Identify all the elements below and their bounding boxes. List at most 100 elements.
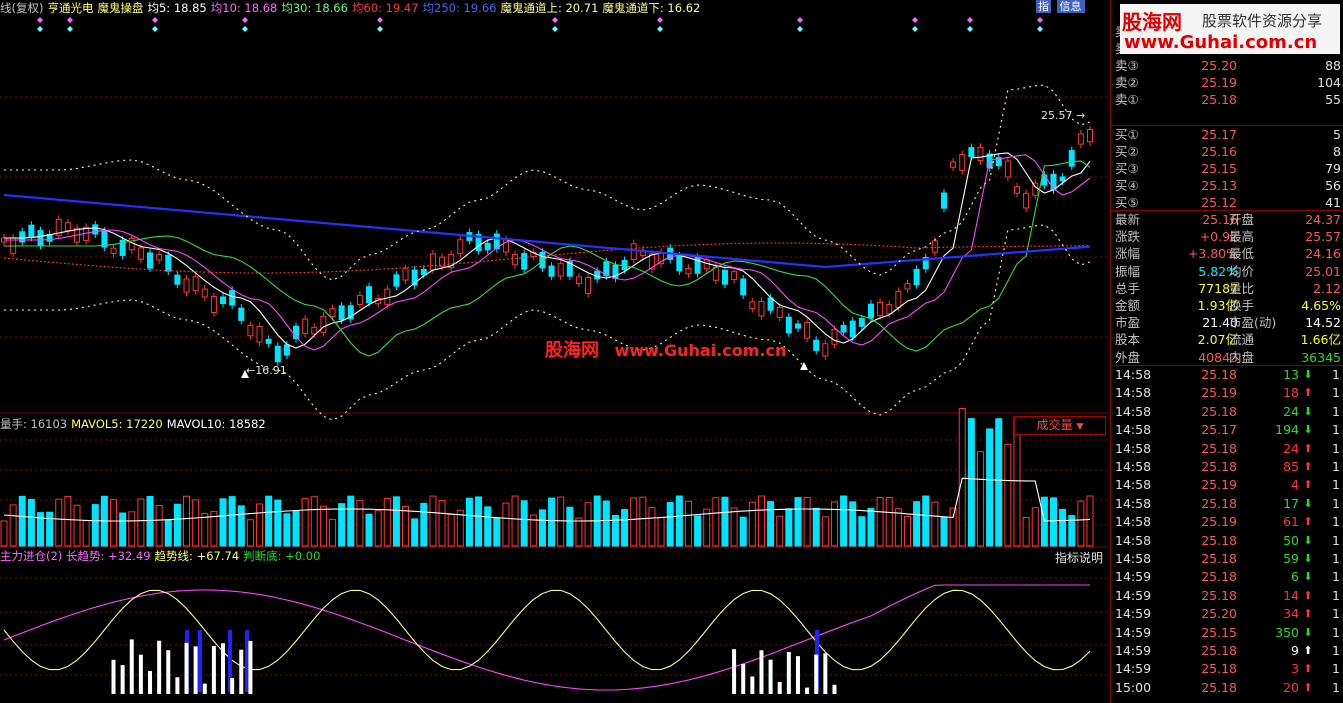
order-book-row[interactable]: 买③ 25.15 79: [1111, 160, 1343, 177]
volume-bar: [283, 513, 291, 547]
volume-bar: [675, 495, 683, 547]
volume-bar: [82, 520, 90, 547]
indicator-bar: [157, 640, 162, 694]
candle-body: [858, 318, 865, 327]
volume-bar: [776, 515, 784, 547]
signal-bar: [198, 630, 202, 692]
zoom-button[interactable]: 指: [1036, 0, 1051, 13]
tick-row[interactable]: 14:59 25.18 14 ⬆ 1: [1111, 587, 1343, 605]
tick-row[interactable]: 15:00 25.18 20 ⬆ 1: [1111, 679, 1343, 697]
ma5-line: [4, 152, 1091, 349]
indicator-bar: [814, 654, 819, 694]
tick-row[interactable]: 14:58 25.18 59 ⬇ 1: [1111, 550, 1343, 568]
arrow-up-icon: ⬆: [1303, 680, 1313, 694]
volume-bar: [1022, 517, 1030, 547]
header-item: 主力进仓(2) 长趋势: +32.49: [0, 549, 151, 563]
indicator-bar: [166, 650, 171, 694]
indicator-help-link[interactable]: 指标说明: [1055, 549, 1103, 566]
volume-bar: [402, 506, 410, 547]
volume-bar: [502, 502, 510, 547]
volume-bar: [146, 496, 154, 547]
tick-row[interactable]: 14:58 25.18 17 ⬇ 1: [1111, 495, 1343, 513]
indicator-bar: [148, 671, 153, 694]
tick-row[interactable]: 14:59 25.18 9 ⬆ 1: [1111, 642, 1343, 660]
volume-bar: [137, 498, 145, 547]
order-book-row[interactable]: 卖① 25.18 55: [1111, 91, 1343, 108]
indicator-bar: [759, 650, 764, 694]
candle-body: [1068, 150, 1075, 167]
order-book-row[interactable]: 买⑤ 25.12 41: [1111, 194, 1343, 211]
candle-body: [183, 278, 190, 293]
arrow-up-icon: ⬆: [1303, 460, 1313, 473]
chart-area[interactable]: 线(复权) 亨通光电 魔鬼操盘 均5: 18.85 均10: 18.68 均30: 18.…: [0, 0, 1108, 703]
arrow-down-icon: ⬇: [1303, 423, 1313, 437]
candle-body: [247, 325, 254, 337]
volume-bar: [420, 502, 428, 547]
volume-bar: [155, 505, 163, 547]
tick-row[interactable]: 14:58 25.18 24 ⬇ 1: [1111, 403, 1343, 421]
candle-body: [794, 323, 801, 329]
candle-body: [201, 288, 208, 298]
volume-bar: [1086, 495, 1094, 547]
volume-bar: [757, 495, 765, 547]
indicator-bar: [741, 663, 746, 694]
info-button[interactable]: 信息: [1056, 0, 1085, 13]
volume-bar: [246, 519, 254, 547]
candle-body: [557, 263, 564, 277]
volume-bar: [894, 508, 902, 547]
tick-row[interactable]: 14:59 25.15 350 ⬇ 1: [1111, 624, 1343, 642]
order-book-row[interactable]: 买② 25.16 8: [1111, 143, 1343, 160]
signal-diamond-icon: [152, 26, 158, 32]
tick-row[interactable]: 14:58 25.19 61 ⬆ 1: [1111, 513, 1343, 531]
tick-row[interactable]: 14:58 25.19 18 ⬆ 1: [1111, 384, 1343, 402]
volume-bar: [803, 496, 811, 547]
volume-bar: [365, 513, 373, 547]
volume-bar: [128, 511, 136, 547]
tick-row[interactable]: 14:58 25.18 50 ⬇ 1: [1111, 532, 1343, 550]
volume-bar: [493, 517, 501, 547]
tick-row[interactable]: 14:58 25.18 85 ⬆ 1: [1111, 458, 1343, 476]
volume-bar: [694, 515, 702, 547]
candle-body: [110, 247, 117, 254]
order-book-row[interactable]: 买④ 25.13 56: [1111, 177, 1343, 194]
order-book-row[interactable]: 卖② 25.19 104: [1111, 74, 1343, 91]
volume-header: 量手: 16103 MAVOL5: 17220 MAVOL10: 18582: [0, 417, 270, 431]
volume-bar: [575, 517, 583, 547]
signal-diamond-icon: [67, 17, 73, 23]
volume-bar: [465, 497, 473, 547]
candle-body: [1087, 129, 1093, 143]
level-volume: 55: [1325, 92, 1341, 107]
candle-body: [429, 253, 436, 271]
tick-row[interactable]: 14:59 25.20 34 ⬆ 1: [1111, 605, 1343, 623]
tick-row[interactable]: 14:58 25.17 194 ⬇ 1: [1111, 421, 1343, 439]
volume-indicator-selector[interactable]: 成交量 ▼: [1014, 416, 1106, 435]
tick-row[interactable]: 14:58 25.18 13 ⬇ 1: [1111, 366, 1343, 384]
volume-bar: [940, 516, 948, 547]
order-book-row[interactable]: 卖③ 25.20 88: [1111, 57, 1343, 74]
candle-body: [220, 296, 227, 305]
indicator-bar: [184, 642, 189, 694]
signal-diamond-icon: [967, 17, 973, 23]
volume-bar: [794, 497, 802, 547]
tick-row[interactable]: 14:58 25.18 24 ⬆ 1: [1111, 440, 1343, 458]
level-label: 买⑤: [1115, 195, 1139, 210]
tick-row[interactable]: 14:59 25.18 3 ⬆ 1: [1111, 660, 1343, 678]
level-volume: 8: [1333, 144, 1341, 159]
candle-body: [366, 286, 373, 304]
level-label: 买②: [1115, 144, 1139, 159]
tick-row[interactable]: 14:58 25.19 4 ⬆ 1: [1111, 476, 1343, 494]
arrow-up-icon: ⬆: [1303, 588, 1313, 602]
indicator-bar: [805, 687, 810, 694]
signal-diamond-icon: [37, 26, 43, 32]
candle-body: [904, 283, 911, 290]
tick-row[interactable]: 14:59 25.18 6 ⬇ 1: [1111, 568, 1343, 586]
volume-bar: [903, 515, 911, 547]
candle-body: [311, 326, 318, 335]
volume-bar: [374, 510, 382, 547]
indicator-bar: [786, 652, 791, 694]
candle-body: [101, 230, 108, 248]
volume-bar: [1031, 507, 1039, 547]
level-label: 卖②: [1115, 75, 1139, 90]
candle-body: [165, 254, 172, 272]
order-book-row[interactable]: 买① 25.17 5: [1111, 126, 1343, 143]
